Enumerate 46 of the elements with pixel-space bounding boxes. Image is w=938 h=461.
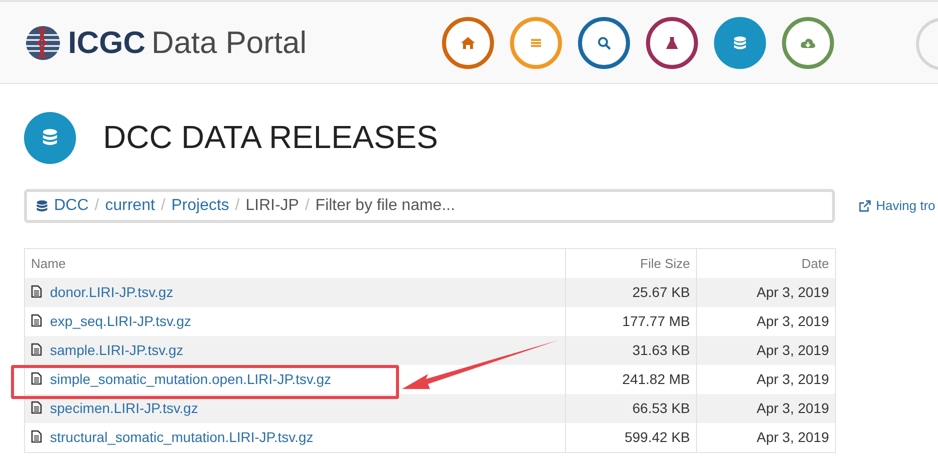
file-link[interactable]: sample.LIRI-JP.tsv.gz [50,342,184,358]
breadcrumb-separator: / [304,196,310,215]
table-cell: Apr 3, 2019 [696,422,836,452]
table-cell: Apr 3, 2019 [696,394,836,423]
table-cell: 31.63 KB [566,336,696,365]
breadcrumb-separator: / [160,196,166,215]
file-icon [31,430,42,444]
file-link[interactable]: exp_seq.LIRI-JP.tsv.gz [50,312,192,329]
breadcrumb-link[interactable]: DCC [54,196,89,215]
home-icon [460,34,476,50]
external-link-icon [859,200,871,212]
file-link[interactable]: donor.LIRI-JP.tsv.gz [50,284,174,300]
help-link[interactable]: Having tro [859,198,936,214]
database-icon [732,34,748,50]
file-icon [31,401,42,414]
file-icon [31,285,42,298]
breadcrumb-separator: / [94,196,100,215]
breadcrumb-separator: / [235,196,240,215]
breadcrumb-link[interactable]: Projects [171,196,230,215]
file-link[interactable]: simple_somatic_mutation.open.LIRI-JP.tsv.gz [50,370,332,387]
nav-button[interactable] [578,16,630,68]
file-icon [31,343,42,356]
nav-button[interactable] [714,16,766,68]
breadcrumb-link[interactable]: current [105,196,155,215]
globe-logo-icon [24,24,62,60]
table-cell: Apr 3, 2019 [696,336,836,365]
logo-text[interactable]: ICGC [68,24,146,60]
file-icon [31,372,42,386]
file-icon [31,314,42,328]
nav-button[interactable] [442,16,494,68]
table-cell: 66.53 KB [566,394,696,423]
table-cell: Apr 3, 2019 [696,278,836,307]
nav-button[interactable] [646,16,698,68]
table-cell: 25.67 KB [566,278,696,307]
logo-subtitle[interactable]: Data Portal [152,24,307,60]
table-cell: 599.42 KB [566,422,696,452]
breadcrumb-current: LIRI-JP [246,196,299,215]
flask-icon [664,34,680,50]
breadcrumb-filter-field[interactable]: DCC / current / Projects / LIRI-JP / Filter by file name... [24,188,835,223]
file-link[interactable]: specimen.LIRI-JP.tsv.gz [50,400,198,416]
file-link[interactable]: structural_somatic_mutation.LIRI-JP.tsv.gz [50,428,314,445]
database-icon [35,198,49,214]
nav-button[interactable] [782,16,834,68]
column-header[interactable]: Name [24,248,566,278]
page-title: DCC DATA RELEASES [103,119,438,156]
search-icon [596,34,612,50]
